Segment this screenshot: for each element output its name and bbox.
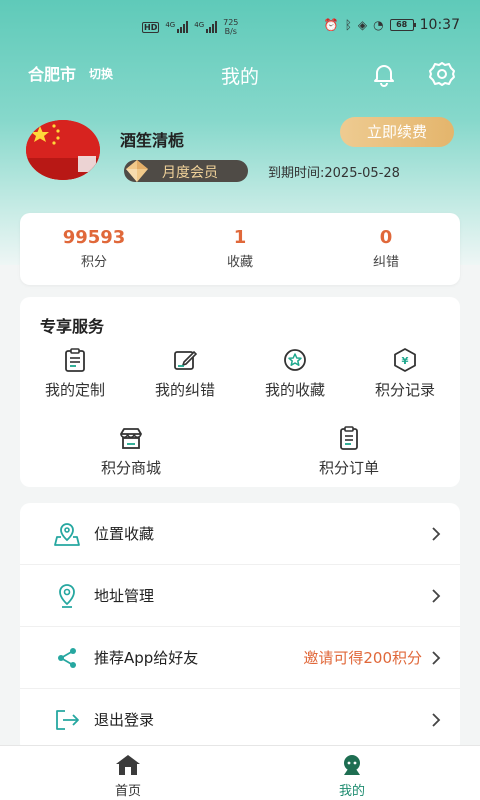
menu-label: 推荐App给好友 <box>94 649 199 667</box>
signal-icon-2: 4G <box>194 21 218 33</box>
service-my-favorites[interactable]: 我的收藏 <box>240 347 350 400</box>
stat-value: 0 <box>379 227 393 248</box>
menu-label: 地址管理 <box>94 587 155 605</box>
username: 酒笙清栀 <box>120 131 185 150</box>
avatar[interactable] <box>26 120 100 180</box>
bell-icon[interactable] <box>370 60 398 88</box>
order-list-icon <box>340 426 358 450</box>
wifi-icon: ◔ <box>373 18 384 32</box>
tab-profile[interactable]: 我的 <box>302 754 402 799</box>
stat-favorites[interactable]: 1 收藏 <box>170 227 310 270</box>
service-my-corrections[interactable]: 我的纠错 <box>130 347 240 400</box>
stat-label: 收藏 <box>226 255 253 270</box>
service-points-mall[interactable]: 积分商城 <box>76 425 186 478</box>
service-label: 我的纠错 <box>154 381 215 399</box>
bluetooth-icon: ᛒ <box>344 18 352 32</box>
signal-icon: 4G <box>165 21 189 33</box>
stat-corrections[interactable]: 0 纠错 <box>316 227 456 270</box>
diamond-icon <box>126 160 148 182</box>
service-label: 我的定制 <box>44 381 105 399</box>
battery-icon: 68 <box>389 19 416 31</box>
bottom-tab-bar: 首页 我的 <box>0 745 480 800</box>
home-icon <box>116 755 140 775</box>
services-card: 专享服务 我的定制 我的纠错 我的收藏 ¥ 积分记录 积分商城 积分订单 <box>20 297 460 487</box>
chevron-right-icon <box>432 589 441 603</box>
chevron-right-icon <box>432 651 441 665</box>
stat-label: 纠错 <box>372 255 399 270</box>
menu-item-address-management[interactable]: 地址管理 <box>20 565 460 627</box>
stat-value: 99593 <box>62 227 126 248</box>
membership-badge: 月度会员 <box>124 160 248 182</box>
tab-home[interactable]: 首页 <box>78 754 178 799</box>
svg-text:¥: ¥ <box>402 356 409 367</box>
expiry-date: 到期时间:2025-05-28 <box>268 166 400 181</box>
profile-icon <box>344 755 360 775</box>
status-bar: HD 4G 4G 725 B/s ⏰ ᛒ ◈ ◔ 68 10:37 <box>0 0 480 46</box>
service-label: 积分记录 <box>374 381 435 399</box>
star-badge-icon <box>284 349 306 371</box>
menu-item-share-app[interactable]: 推荐App给好友 邀请可得200积分 <box>20 627 460 689</box>
yen-hexagon-icon: ¥ <box>394 348 416 372</box>
location-icon <box>59 584 75 608</box>
settings-menu: 位置收藏 地址管理 推荐App给好友 邀请可得200积分 退出登录 <box>20 503 460 753</box>
share-icon <box>58 648 76 668</box>
service-label: 积分订单 <box>318 459 379 477</box>
chevron-right-icon <box>432 527 441 541</box>
chevron-right-icon <box>432 713 441 727</box>
location-status-icon: ◈ <box>357 18 368 32</box>
stat-points[interactable]: 99593 积分 <box>24 227 164 270</box>
stats-card: 99593 积分 1 收藏 0 纠错 <box>20 213 460 285</box>
service-label: 我的收藏 <box>264 381 325 399</box>
tab-label: 我的 <box>338 784 365 799</box>
gear-icon[interactable] <box>428 60 456 88</box>
edit-icon <box>174 350 198 370</box>
stat-value: 1 <box>233 227 247 248</box>
network-speed: 725 B/s <box>223 18 239 36</box>
membership-label: 月度会员 <box>162 165 218 181</box>
menu-label: 退出登录 <box>94 711 155 729</box>
map-pin-icon <box>54 523 80 546</box>
service-points-orders[interactable]: 积分订单 <box>294 425 404 478</box>
invite-reward-text: 邀请可得200积分 <box>303 649 422 667</box>
renew-button[interactable]: 立即续费 <box>340 117 454 147</box>
tab-label: 首页 <box>114 784 141 799</box>
hd-indicator: HD <box>142 21 160 33</box>
service-points-record[interactable]: ¥ 积分记录 <box>350 347 460 400</box>
service-label: 积分商城 <box>100 459 161 477</box>
clock: 10:37 <box>419 17 460 33</box>
clipboard-icon <box>65 348 85 372</box>
service-my-custom[interactable]: 我的定制 <box>20 347 130 400</box>
menu-label: 位置收藏 <box>94 525 155 543</box>
logout-icon <box>56 710 79 730</box>
stat-label: 积分 <box>80 255 107 270</box>
menu-item-logout[interactable]: 退出登录 <box>20 689 460 751</box>
store-icon <box>120 428 142 449</box>
menu-item-location-favorites[interactable]: 位置收藏 <box>20 503 460 565</box>
alarm-icon: ⏰ <box>323 18 339 32</box>
top-bar: 合肥市 切换 我的 <box>0 56 480 92</box>
services-title: 专享服务 <box>40 317 105 336</box>
page-title: 我的 <box>220 66 259 88</box>
